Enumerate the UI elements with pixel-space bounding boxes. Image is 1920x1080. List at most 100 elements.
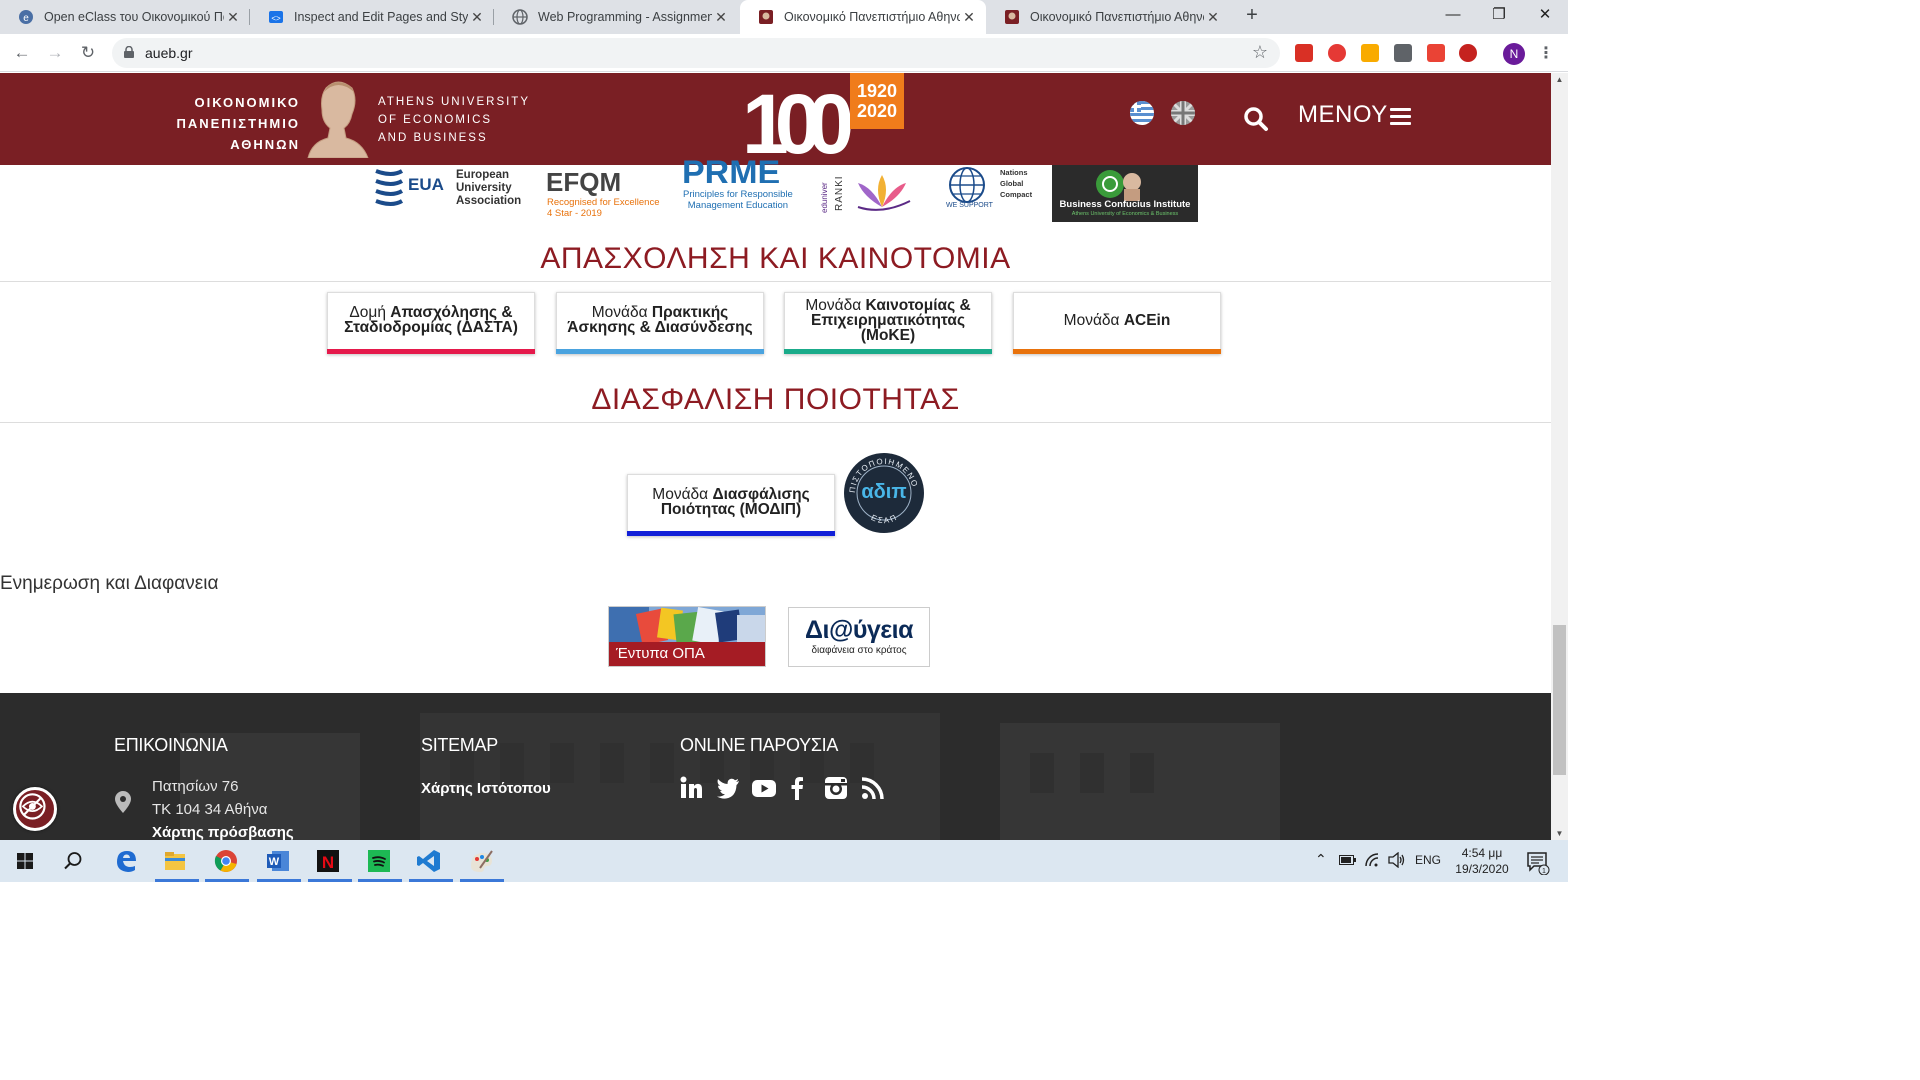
linkedin-icon[interactable] xyxy=(678,775,704,801)
unit-acein-button[interactable]: Μονάδα ACEin xyxy=(1013,292,1221,354)
minimize-button[interactable]: — xyxy=(1430,0,1476,32)
browser-tab[interactable]: e Open eClass του Οικονομικού Πανεπιστημ… xyxy=(0,0,250,34)
youtube-icon[interactable] xyxy=(751,775,777,801)
eduniversal-logo[interactable]: eduniver RANKI xyxy=(820,165,916,221)
tab-title: Inspect and Edit Pages and Styles xyxy=(294,10,468,24)
notifications-icon[interactable]: 1 xyxy=(1526,851,1550,875)
browser-tab[interactable]: Οικονομικό Πανεπιστήμιο Αθηνών ✕ xyxy=(986,0,1230,34)
greek-flag-icon[interactable] xyxy=(1130,101,1154,125)
twitter-icon[interactable] xyxy=(715,775,741,801)
instagram-icon[interactable] xyxy=(823,775,849,801)
unit-dasta-button[interactable]: Δομή Απασχόλησης & Σταδιοδρομίας (ΔΑΣΤΑ) xyxy=(327,292,535,354)
hamburger-menu-icon[interactable] xyxy=(1390,108,1411,125)
unit-internship-button[interactable]: Μονάδα Πρακτικής Άσκησης & Διασύνδεσης xyxy=(556,292,764,354)
tab-close-icon[interactable]: ✕ xyxy=(960,9,978,26)
page-scrollbar[interactable]: ▲ ▼ xyxy=(1551,73,1568,840)
tab-close-icon[interactable]: ✕ xyxy=(712,9,730,26)
svg-text:e: e xyxy=(23,13,29,24)
address-bar[interactable]: aueb.gr ☆ xyxy=(112,38,1280,68)
scroll-down-arrow-icon[interactable]: ▼ xyxy=(1551,829,1568,838)
chrome-icon[interactable] xyxy=(211,846,241,876)
page-viewport: ΟΙΚΟΝΟΜΙΚΟ ΠΑΝΕΠΙΣΤΗΜΙΟ ΑΘΗΝΩΝ ATHENS UN… xyxy=(0,73,1551,840)
search-icon[interactable] xyxy=(1243,106,1269,132)
prme-text: Principles for Responsible Management Ed… xyxy=(683,189,793,211)
scroll-up-arrow-icon[interactable]: ▲ xyxy=(1551,75,1568,84)
hermes-bust-logo-icon[interactable] xyxy=(306,78,370,158)
site-footer: ΕΠΙΚΟΙΝΩΝΙΑ Πατησίων 76 ΤΚ 104 34 Αθήνα … xyxy=(0,693,1551,840)
volume-icon[interactable] xyxy=(1388,852,1406,868)
bookmark-star-icon[interactable]: ☆ xyxy=(1252,42,1268,63)
tab-close-icon[interactable]: ✕ xyxy=(468,9,486,26)
eduniversal-text: eduniver xyxy=(820,182,829,213)
unit-modip-button[interactable]: Μονάδα Διασφάλισης Ποιότητας (ΜΟΔΙΠ) xyxy=(627,474,835,536)
scrollbar-thumb[interactable] xyxy=(1553,625,1566,775)
accessibility-toggle-icon[interactable] xyxy=(13,787,57,831)
unit-prefix: Μονάδα xyxy=(1063,311,1124,329)
university-logo-english[interactable]: ATHENS UNIVERSITY OF ECONOMICS AND BUSIN… xyxy=(378,93,530,147)
taskbar-running-indicator xyxy=(205,879,249,882)
close-window-button[interactable]: ✕ xyxy=(1522,0,1568,32)
paint-icon[interactable] xyxy=(466,846,496,876)
rss-icon[interactable] xyxy=(860,775,886,801)
eua-logo[interactable]: EUA European University Association xyxy=(370,165,525,221)
browser-tab-strip: e Open eClass του Οικονομικού Πανεπιστημ… xyxy=(0,0,1568,34)
reload-icon[interactable]: ↻ xyxy=(76,41,100,65)
efqm-logo[interactable]: EFQM Recognised for Excellence 4 Star - … xyxy=(546,165,666,221)
extension-icon[interactable] xyxy=(1328,44,1346,62)
browser-tab[interactable]: Web Programming - Assignment ✕ xyxy=(494,0,738,34)
vscode-icon[interactable] xyxy=(414,846,444,876)
facebook-icon[interactable] xyxy=(784,775,810,801)
extension-icon[interactable] xyxy=(1427,44,1445,62)
clock-date: 19/3/2020 xyxy=(1455,862,1509,876)
forward-icon[interactable]: → xyxy=(43,41,67,65)
word-icon[interactable]: W xyxy=(263,846,293,876)
system-clock[interactable]: 4:54 μμ 19/3/2020 xyxy=(1448,845,1516,877)
menu-button[interactable]: ΜΕΝΟΥ xyxy=(1298,101,1388,129)
netflix-icon[interactable]: N xyxy=(313,846,343,876)
prme-logo[interactable]: PRME Principles for Responsible Manageme… xyxy=(682,154,794,221)
uk-flag-icon[interactable] xyxy=(1171,101,1195,125)
footer-contact-title: ΕΠΙΚΟΙΝΩΝΙΑ xyxy=(114,735,228,755)
browser-menu-icon[interactable]: ⋮ xyxy=(1538,43,1554,63)
tab-title: Open eClass του Οικονομικού Πανεπιστημίο… xyxy=(44,10,224,24)
windows-start-icon[interactable] xyxy=(10,846,40,876)
unit-moke-button[interactable]: Μονάδα Καινοτομίας & Επιχειρηματικότητας… xyxy=(784,292,992,354)
spotify-icon[interactable] xyxy=(364,846,394,876)
un-global-compact-logo[interactable]: Nations Global Compact WE SUPPORT xyxy=(940,165,1036,221)
extension-icon[interactable] xyxy=(1361,44,1379,62)
browser-tab[interactable]: <> Inspect and Edit Pages and Styles ✕ xyxy=(250,0,494,34)
footer-sitemap-link[interactable]: Χάρτης Ιστότοπου xyxy=(421,780,551,797)
logo-line: ΠΑΝΕΠΙΣΤΗΜΙΟ xyxy=(176,116,300,131)
footer-map-link[interactable]: Χάρτης πρόσβασης xyxy=(152,824,294,840)
profile-avatar[interactable]: N xyxy=(1503,43,1525,65)
efqm-abbr: EFQM xyxy=(546,167,622,197)
edge-icon[interactable] xyxy=(111,846,141,876)
battery-icon[interactable] xyxy=(1339,854,1357,866)
tab-close-icon[interactable]: ✕ xyxy=(1204,9,1222,26)
tray-chevron-up-icon[interactable]: ⌃ xyxy=(1315,851,1327,868)
tab-close-icon[interactable]: ✕ xyxy=(224,9,242,26)
eclass-favicon: e xyxy=(19,10,33,24)
un-line: Global xyxy=(1000,179,1024,188)
wifi-icon[interactable] xyxy=(1364,852,1382,868)
business-confucius-institute-logo[interactable]: Business Confucius Institute Athens Univ… xyxy=(1052,165,1198,222)
confucius-emblem-icon xyxy=(1096,170,1141,201)
language-indicator[interactable]: ENG xyxy=(1415,853,1441,867)
search-icon[interactable] xyxy=(58,846,88,876)
adblock-icon[interactable] xyxy=(1459,44,1477,62)
maximize-button[interactable]: ❐ xyxy=(1476,0,1522,32)
back-icon[interactable]: ← xyxy=(10,41,34,65)
url-text[interactable]: aueb.gr xyxy=(145,45,192,61)
browser-tab-active[interactable]: Οικονομικό Πανεπιστήμιο Αθηνών ✕ xyxy=(740,0,986,34)
lotus-icon xyxy=(857,175,911,211)
new-tab-button[interactable]: + xyxy=(1240,4,1264,28)
unit-label: Μονάδα Πρακτικής Άσκησης & Διασύνδεσης xyxy=(563,305,757,336)
university-logo-greek[interactable]: ΟΙΚΟΝΟΜΙΚΟ ΠΑΝΕΠΙΣΤΗΜΙΟ ΑΘΗΝΩΝ xyxy=(140,92,300,155)
taskbar-running-indicator xyxy=(257,879,301,882)
diavgeia-link[interactable]: Δι@ύγεια διαφάνεια στο κράτος xyxy=(788,607,930,667)
extension-icon[interactable] xyxy=(1394,44,1412,62)
extension-icon[interactable] xyxy=(1295,44,1313,62)
adip-certification-seal[interactable]: ΠΙΣΤΟΠΟΙΗΜΕΝΟ ΕΣΑΠ αδιπ xyxy=(843,452,925,534)
file-explorer-icon[interactable] xyxy=(160,846,190,876)
opa-publications-link[interactable]: Έντυπα ΟΠΑ xyxy=(608,606,766,667)
